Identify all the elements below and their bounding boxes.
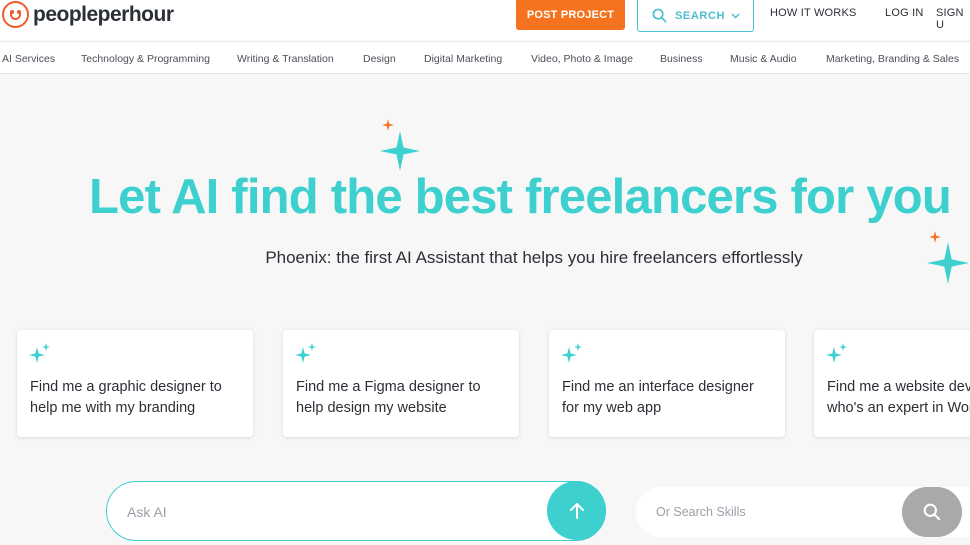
sparkle-icon xyxy=(295,343,316,363)
category-digital-marketing[interactable]: Digital Marketing xyxy=(424,53,502,65)
category-music-audio[interactable]: Music & Audio xyxy=(730,53,797,65)
small-sparkle-icon xyxy=(382,119,394,131)
suggestion-card[interactable]: Find me an interface designer for my web… xyxy=(549,330,785,437)
hero-subtitle: Phoenix: the first AI Assistant that hel… xyxy=(265,248,803,267)
how-it-works-link[interactable]: HOW IT WORKS xyxy=(770,7,857,19)
sparkle-icon xyxy=(826,343,847,363)
ask-ai-input[interactable] xyxy=(127,500,527,524)
large-sparkle-icon xyxy=(380,131,420,171)
chevron-down-icon xyxy=(731,12,740,19)
category-marketing-branding-sales[interactable]: Marketing, Branding & Sales xyxy=(826,53,959,65)
sign-up-link[interactable]: SIGN U xyxy=(936,7,970,31)
category-writing-translation[interactable]: Writing & Translation xyxy=(237,53,334,65)
suggestion-text: Find me a graphic designer to help me wi… xyxy=(30,379,222,416)
ask-ai-box xyxy=(106,481,606,541)
skills-search-box xyxy=(636,487,970,537)
sparkle-icon xyxy=(29,343,50,363)
skills-search-button[interactable] xyxy=(902,487,962,537)
category-design[interactable]: Design xyxy=(363,53,396,65)
suggestion-card[interactable]: Find me a Figma designer to help design … xyxy=(283,330,519,437)
category-video-photo-image[interactable]: Video, Photo & Image xyxy=(531,53,633,65)
suggestion-card[interactable]: Find me a website developer who's an exp… xyxy=(814,330,970,437)
skills-search-input[interactable] xyxy=(656,501,876,523)
sparkle-icon xyxy=(561,343,582,363)
suggestion-text: Find me a website developer who's an exp… xyxy=(827,379,970,416)
ask-ai-send-button[interactable] xyxy=(547,481,606,540)
suggestion-text: Find me a Figma designer to help design … xyxy=(296,379,481,416)
brand-logo[interactable]: peopleperhour xyxy=(2,1,174,28)
search-dropdown-button[interactable]: SEARCH xyxy=(637,0,754,32)
smiley-logo-icon xyxy=(2,1,29,28)
search-icon xyxy=(652,8,667,23)
search-label: SEARCH xyxy=(675,9,726,22)
suggestion-text: Find me an interface designer for my web… xyxy=(562,379,754,416)
brand-name: peopleperhour xyxy=(33,2,174,26)
top-header: peopleperhour POST PROJECT SEARCH HOW IT… xyxy=(0,0,970,40)
category-business[interactable]: Business xyxy=(660,53,703,65)
suggestion-card[interactable]: Find me a graphic designer to help me wi… xyxy=(17,330,253,437)
category-nav: AI Services Technology & Programming Wri… xyxy=(0,41,970,74)
search-icon xyxy=(923,503,941,521)
log-in-link[interactable]: LOG IN xyxy=(885,7,924,19)
hero-title: Let AI find the best freelancers for you xyxy=(89,170,952,224)
arrow-up-icon xyxy=(569,502,584,519)
category-technology-programming[interactable]: Technology & Programming xyxy=(81,53,210,65)
post-project-button[interactable]: POST PROJECT xyxy=(516,0,625,30)
category-ai-services[interactable]: AI Services xyxy=(2,53,55,65)
